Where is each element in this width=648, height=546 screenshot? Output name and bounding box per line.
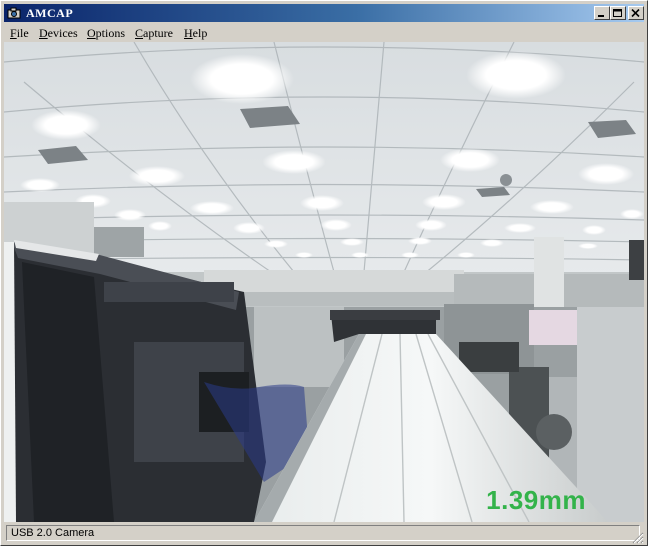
menu-devices[interactable]: Devices	[39, 26, 78, 40]
resize-grip-icon[interactable]	[632, 532, 644, 544]
app-window: AMCAP File Devices Options Capture Help	[0, 0, 648, 546]
menu-options[interactable]: Options	[87, 26, 125, 40]
menu-file[interactable]: File	[10, 26, 29, 40]
camera-icon	[7, 7, 21, 19]
title-bar[interactable]: AMCAP	[4, 4, 644, 22]
close-icon	[631, 9, 640, 18]
close-button[interactable]	[628, 6, 644, 20]
window-title: AMCAP	[26, 6, 74, 20]
camera-frame	[4, 42, 644, 522]
menu-help[interactable]: Help	[184, 26, 207, 40]
menu-bar: File Devices Options Capture Help	[4, 23, 644, 42]
video-preview: 1.39mm	[4, 42, 644, 522]
maximize-button[interactable]	[610, 6, 626, 20]
menu-capture[interactable]: Capture	[135, 26, 173, 40]
minimize-button[interactable]	[594, 6, 610, 20]
status-device-label: USB 2.0 Camera	[11, 527, 95, 539]
measurement-overlay: 1.39mm	[486, 485, 586, 515]
status-bar: USB 2.0 Camera	[4, 524, 644, 544]
maximize-icon	[613, 9, 622, 17]
status-pane: USB 2.0 Camera	[6, 525, 640, 541]
minimize-icon	[598, 15, 604, 17]
